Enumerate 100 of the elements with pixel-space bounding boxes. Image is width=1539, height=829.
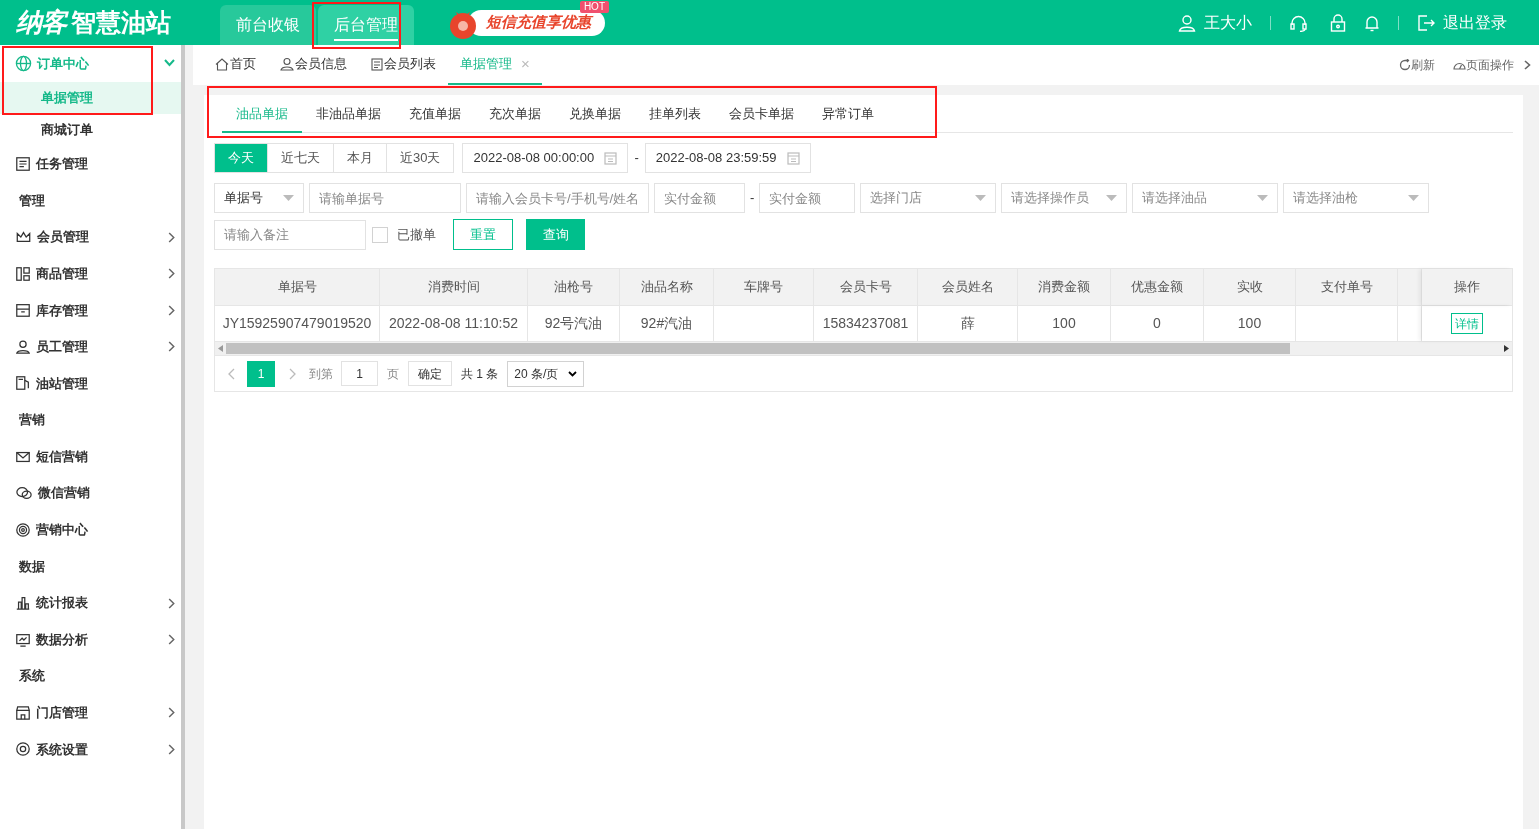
page-actions-link[interactable]: 页面操作 [1466, 56, 1514, 74]
logo-text: 智慧油站 [70, 7, 171, 38]
confirm-button[interactable]: 确定 [408, 361, 452, 386]
lock-icon[interactable] [1330, 13, 1346, 32]
sidebar-item[interactable]: 门店管理 [0, 694, 181, 732]
page-unit-label: 页 [387, 365, 399, 383]
sub-tab[interactable]: 兑换单据 [555, 97, 635, 133]
remark-field[interactable]: 请输入备注 [214, 219, 366, 250]
bar-chart-icon [15, 595, 31, 611]
chevron-down-icon [568, 370, 578, 377]
headset-icon[interactable] [1289, 13, 1308, 32]
settings-icon [15, 741, 31, 758]
column-header: 单据号 [215, 269, 380, 305]
sub-tab[interactable]: 异常订单 [808, 97, 888, 133]
sidebar-item[interactable]: 微信营销 [0, 474, 181, 512]
sub-tab[interactable]: 非油品单据 [302, 97, 395, 133]
page-number-field[interactable]: 1 [341, 361, 378, 386]
chat-icon [15, 485, 33, 502]
sidebar-item[interactable]: 数据分析 [0, 621, 181, 658]
store-icon [15, 704, 31, 721]
scroll-right-icon[interactable] [1504, 345, 1509, 352]
caret-down-icon [1408, 195, 1420, 201]
start-date-field[interactable]: 2022-08-08 00:00:00 [462, 143, 629, 173]
horizontal-scrollbar[interactable] [215, 341, 1512, 355]
caret-down-icon [1257, 195, 1269, 201]
sidebar-item[interactable]: 油站管理 [0, 365, 181, 402]
order-number-field[interactable]: 请输单据号 [309, 183, 461, 213]
sidebar-item[interactable]: 短信营销 [0, 438, 181, 475]
caret-down-icon [975, 195, 987, 201]
checkbox-label: 已撤单 [397, 225, 436, 244]
promo-banner[interactable]: 短信充值享优惠 [468, 9, 605, 36]
home-icon [215, 57, 229, 71]
scroll-left-icon[interactable] [218, 345, 223, 352]
sidebar-section-label: 数据 [19, 557, 45, 576]
sub-tab[interactable]: 挂单列表 [635, 97, 715, 133]
column-header: 油枪号 [528, 269, 620, 305]
filter-select[interactable]: 请选择油枪 [1283, 183, 1430, 213]
sub-tab[interactable]: 充次单据 [475, 97, 555, 133]
grid-icon [15, 265, 31, 282]
end-date-field[interactable]: 2022-08-08 23:59:59 [644, 143, 811, 173]
caret-down-icon [283, 195, 294, 201]
clipboard-icon [371, 57, 383, 71]
logo-brand: 纳客 [16, 6, 67, 39]
member-search-field[interactable]: 请输入会员卡号/手机号/姓名 [466, 183, 649, 213]
logout-icon[interactable] [1417, 13, 1435, 32]
checkbox[interactable] [372, 226, 388, 243]
user-icon [280, 57, 294, 71]
chevron-right-icon[interactable] [1524, 60, 1531, 70]
sidebar-item[interactable]: 统计报表 [0, 584, 181, 622]
column-header: 优惠金额 [1111, 269, 1204, 305]
refresh-link[interactable]: 刷新 [1411, 56, 1435, 74]
hot-badge: HOT [579, 0, 609, 13]
filter-select[interactable]: 请选择操作员 [1001, 183, 1128, 213]
range-separator: - [634, 149, 639, 168]
column-header: 会员卡号 [814, 269, 918, 305]
sidebar-section-label: 系统 [19, 667, 45, 686]
bell-icon[interactable] [1364, 13, 1380, 32]
sub-tab[interactable]: 会员卡单据 [715, 97, 808, 133]
list-icon [15, 155, 31, 172]
calendar-icon [604, 151, 618, 165]
sidebar-item[interactable]: 库存管理 [0, 291, 181, 329]
page-size-select[interactable]: 20 条/页 [507, 360, 585, 387]
refresh-icon [1399, 59, 1411, 71]
next-page-icon[interactable] [289, 367, 297, 380]
caret-down-icon [1106, 195, 1118, 201]
sidebar-item[interactable]: 商品管理 [0, 255, 181, 292]
sidebar-item[interactable]: 营销中心 [0, 511, 181, 549]
user-icon [15, 338, 31, 355]
sidebar-item[interactable]: 员工管理 [0, 328, 181, 366]
min-amount-field[interactable]: 实付金额 [654, 183, 745, 213]
sub-tab[interactable]: 充值单据 [395, 97, 475, 133]
page-tab[interactable]: 会员列表 [359, 45, 448, 85]
sidebar-item[interactable]: 任务管理 [0, 145, 181, 183]
filter-select[interactable]: 选择门店 [860, 183, 997, 213]
globe-icon [15, 54, 32, 72]
column-header: 操作 [1422, 269, 1512, 305]
sidebar-item[interactable]: 系统设置 [0, 731, 181, 768]
search-type-select[interactable]: 单据号 [214, 183, 304, 213]
sidebar-section-label: 管理 [19, 191, 45, 210]
page-tab[interactable]: 会员信息 [268, 45, 359, 85]
filter-select[interactable]: 请选择油品 [1132, 183, 1279, 213]
target-icon [15, 521, 31, 538]
range-separator: - [750, 189, 755, 208]
sidebar-item[interactable]: 会员管理 [0, 218, 181, 256]
sidebar-subitem[interactable]: 商城订单 [0, 113, 181, 146]
sidebar-section-label: 营销 [19, 411, 45, 430]
page-tab[interactable]: 首页 [203, 45, 268, 85]
box-icon [15, 302, 31, 319]
column-header: 消费金额 [1018, 269, 1111, 305]
max-amount-field[interactable]: 实付金额 [759, 183, 856, 213]
column-header: 车牌号 [714, 269, 814, 305]
user-icon [1178, 13, 1196, 32]
column-header: 消费时间 [380, 269, 528, 305]
monitor-icon [15, 631, 31, 648]
goto-label: 到第 [309, 365, 333, 383]
prev-page-icon[interactable] [227, 367, 235, 380]
pump-icon [15, 375, 31, 392]
column-header: 会员姓名 [918, 269, 1018, 305]
column-header: 油品名称 [620, 269, 714, 305]
calendar-icon [786, 151, 800, 165]
